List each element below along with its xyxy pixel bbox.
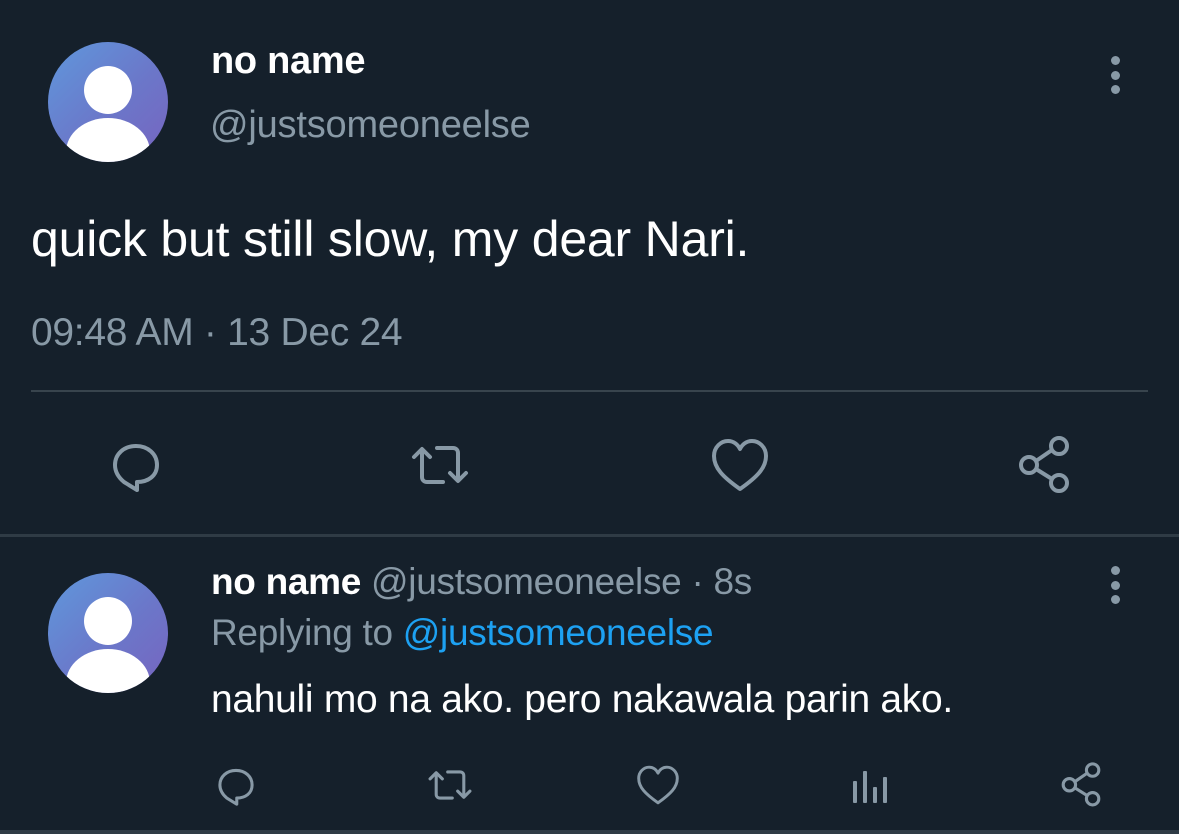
like-button[interactable] bbox=[700, 430, 780, 500]
reply-age: 8s bbox=[713, 561, 752, 602]
reply-author-name[interactable]: no name bbox=[211, 561, 361, 602]
tweet-timestamp: 09:48 AM · 13 Dec 24 bbox=[31, 311, 403, 354]
reply-button[interactable] bbox=[96, 430, 176, 500]
share-button[interactable] bbox=[1004, 428, 1084, 500]
reply-share-button[interactable] bbox=[1050, 756, 1112, 812]
reply-text: nahuli mo na ako. pero nakawala parin ak… bbox=[211, 678, 953, 721]
replying-to-mention[interactable]: @justsomeoneelse bbox=[403, 612, 714, 653]
section-divider bbox=[0, 534, 1179, 537]
tweet-text: quick but still slow, my dear Nari. bbox=[31, 211, 750, 267]
reply-author-handle[interactable]: @justsomeoneelse bbox=[371, 561, 682, 602]
analytics-icon bbox=[853, 771, 887, 803]
like-icon bbox=[637, 765, 679, 805]
bottom-divider bbox=[0, 830, 1179, 834]
avatar[interactable] bbox=[48, 42, 168, 162]
replying-to-label: Replying to bbox=[211, 612, 403, 653]
default-person-icon bbox=[66, 597, 150, 693]
share-icon bbox=[1019, 436, 1069, 493]
reply-like-button[interactable] bbox=[628, 758, 688, 812]
like-icon bbox=[712, 439, 768, 491]
separator-dot: · bbox=[681, 561, 714, 602]
replying-to: Replying to @justsomeoneelse bbox=[211, 612, 714, 654]
author-handle[interactable]: @justsomeoneelse bbox=[210, 104, 531, 147]
share-icon bbox=[1061, 762, 1101, 807]
reply-header: no name @justsomeoneelse · 8s bbox=[211, 561, 752, 603]
more-options-icon[interactable] bbox=[1100, 50, 1130, 100]
reply-icon bbox=[218, 768, 254, 806]
retweet-icon bbox=[428, 770, 472, 800]
reply-avatar[interactable] bbox=[48, 573, 168, 693]
retweet-button[interactable] bbox=[400, 430, 480, 500]
retweet-icon bbox=[412, 446, 468, 484]
reply-reply-button[interactable] bbox=[206, 758, 266, 812]
reply-more-options-icon[interactable] bbox=[1100, 560, 1130, 610]
reply-icon bbox=[113, 444, 159, 492]
divider bbox=[31, 390, 1148, 392]
default-person-icon bbox=[66, 66, 150, 162]
author-display-name[interactable]: no name bbox=[211, 40, 365, 83]
reply-analytics-button[interactable] bbox=[840, 758, 900, 812]
reply-retweet-button[interactable] bbox=[420, 758, 480, 812]
